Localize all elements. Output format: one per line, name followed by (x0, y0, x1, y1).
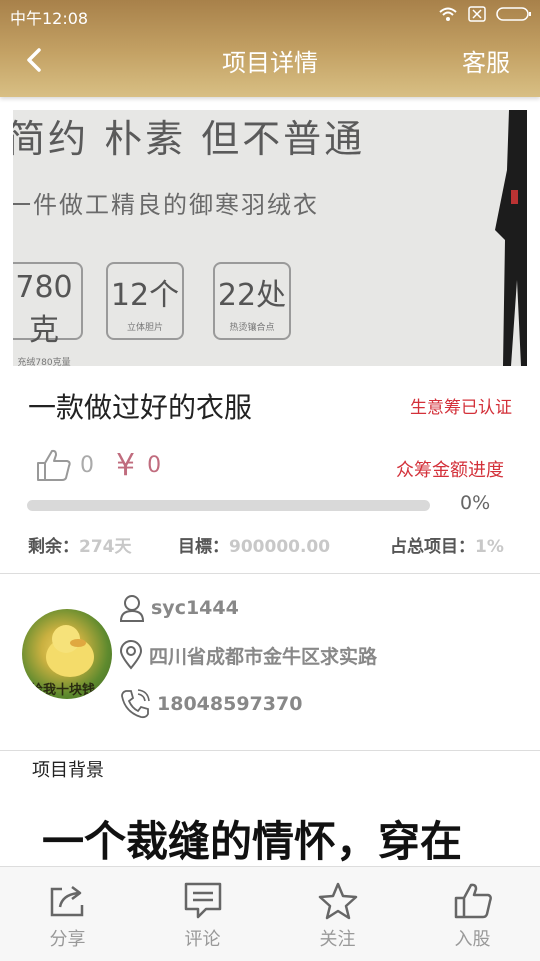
banner-feature-big: 12个 (110, 278, 180, 313)
bottom-tab-bar: 分享 评论 关注 入股 (0, 866, 540, 961)
progress-percent: 0% (460, 492, 491, 514)
progress-label: 众筹金额进度 (396, 460, 504, 481)
page-title: 项目详情 (222, 49, 318, 77)
tab-share[interactable]: 分享 (0, 867, 135, 961)
star-icon (318, 882, 357, 920)
tab-invest-label: 入股 (454, 929, 491, 950)
share-value: 1% (475, 537, 504, 557)
banner-feature-small: 立体胆片 (126, 323, 163, 333)
banner-feature-box: 22处 热烫镶合点 (213, 262, 291, 340)
owner-username: syc1444 (151, 597, 239, 619)
banner-feature-box: 780克 充绒780克量 (13, 262, 83, 366)
comment-icon (184, 882, 221, 919)
progress-bar (27, 500, 430, 511)
owner-address-row: 四川省成都市金牛区求实路 (119, 640, 377, 670)
share-label: 占总项目： (390, 537, 475, 557)
banner-subline: 一件做工精良的御寒羽绒衣 (13, 191, 319, 219)
divider (0, 573, 540, 574)
project-banner-image[interactable]: 简约 朴素 但不普通 一件做工精良的御寒羽绒衣 780克 充绒780克量 12个… (13, 110, 527, 366)
remaining-label: 剩余： (28, 537, 79, 557)
thumbs-up-icon (454, 883, 492, 919)
background-section-title: 项目背景 (32, 760, 104, 781)
verified-badge: 生意筹已认证 (410, 398, 512, 418)
tab-follow-label: 关注 (319, 929, 356, 950)
model-figure (495, 110, 527, 366)
yen-icon: ¥ (116, 447, 136, 483)
wifi-icon (439, 7, 457, 21)
header: 中午12:08 项目详情 客服 (0, 0, 540, 97)
remaining-value: 274天 (79, 537, 132, 557)
banner-feature-big: 22处 (217, 278, 287, 313)
tab-invest[interactable]: 入股 (405, 867, 540, 961)
banner-feature-small: 充绒780克量 (17, 358, 71, 366)
target-value: 900000.00 (229, 537, 331, 557)
tab-share-label: 分享 (49, 929, 86, 950)
funding-target: 目標：900000.00 (178, 532, 330, 557)
tab-follow[interactable]: 关注 (270, 867, 405, 961)
nav-bar: 项目详情 客服 (0, 30, 540, 90)
target-label: 目標： (178, 537, 229, 557)
owner-phone-row[interactable]: 18048597370 (119, 688, 302, 720)
battery-icon (496, 7, 531, 21)
share-icon (50, 886, 83, 917)
project-share: 占总项目：1% (390, 532, 504, 557)
banner-feature-box: 12个 立体胆片 (106, 262, 184, 340)
banner-feature-small: 热烫镶合点 (229, 323, 275, 333)
phone-icon (121, 689, 150, 719)
avatar-caption: 给我十块钱 (30, 683, 96, 698)
project-stats: 0 ¥ 0 (36, 447, 161, 483)
status-time: 中午12:08 (10, 9, 89, 28)
like-count: 0 (80, 452, 94, 478)
customer-service-button[interactable]: 客服 (462, 43, 510, 78)
sim-icon (468, 6, 486, 22)
tab-comment[interactable]: 评论 (135, 867, 270, 961)
status-bar: 中午12:08 (0, 0, 540, 30)
user-icon (119, 595, 145, 622)
remaining-days: 剩余：274天 (28, 532, 132, 557)
location-pin-icon (119, 640, 143, 670)
avatar[interactable]: 给我十块钱 (22, 609, 112, 699)
banner-headline: 简约 朴素 但不普通 (13, 117, 366, 161)
owner-username-row: syc1444 (119, 594, 239, 622)
status-icons (438, 6, 532, 22)
fund-count: 0 (147, 452, 162, 478)
project-title: 一款做过好的衣服 (28, 391, 253, 424)
owner-address: 四川省成都市金牛区求实路 (149, 645, 378, 668)
owner-phone: 18048597370 (157, 693, 303, 715)
thumbs-up-icon[interactable] (36, 448, 72, 482)
background-text: 一个裁缝的情怀，穿在 (42, 817, 463, 866)
banner-feature-big: 780克 (15, 270, 73, 348)
tab-comment-label: 评论 (184, 929, 221, 950)
divider (0, 750, 540, 751)
